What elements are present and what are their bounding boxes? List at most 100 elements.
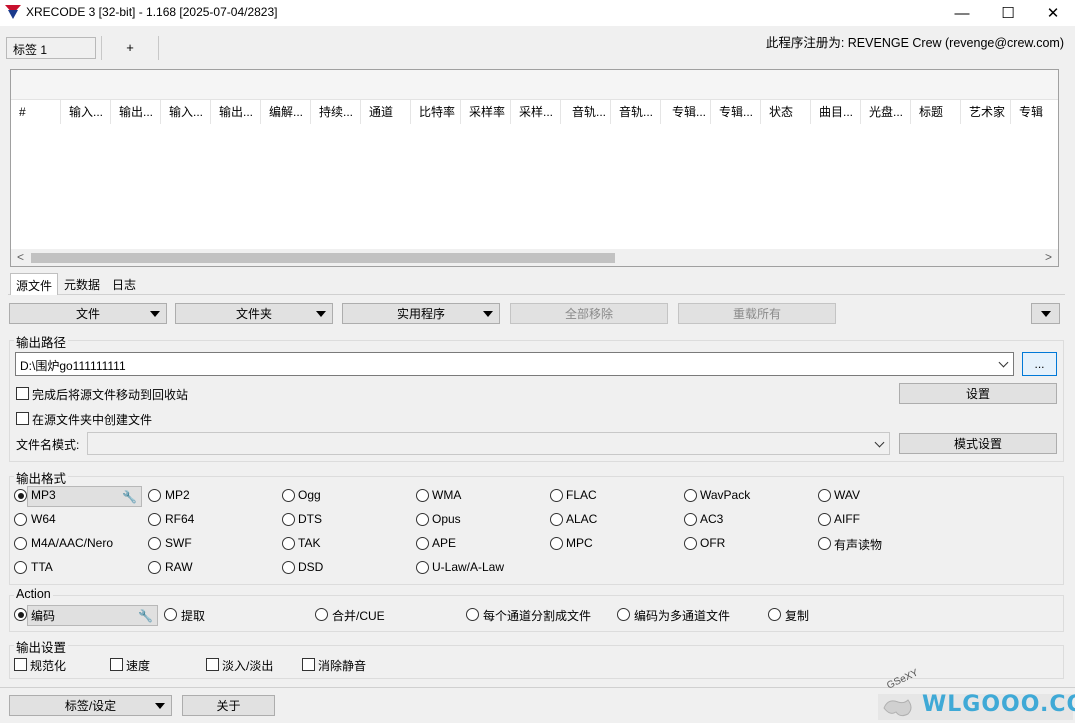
action-label: 编码 [31,609,56,623]
column-header[interactable]: 比特率 [411,100,461,124]
folder-button[interactable]: 文件夹 [175,303,333,324]
normalize-checkbox[interactable] [14,658,27,671]
column-header[interactable]: 音轨... [561,100,611,124]
tempo-label: 速度 [126,659,151,673]
create-in-source-label: 在源文件夹中创建文件 [32,413,153,427]
utilities-button[interactable]: 实用程序 [342,303,500,324]
format-radio-mp2[interactable] [148,489,161,502]
scrollbar-thumb[interactable] [31,253,615,263]
format-radio-wav[interactable] [818,489,831,502]
format-label: 有声读物 [834,538,883,552]
format-radio-aiff[interactable] [818,513,831,526]
scroll-right-icon[interactable]: > [1045,250,1052,264]
reset-all-button[interactable]: 重载所有 [678,303,836,324]
column-header[interactable]: 采样率 [461,100,511,124]
browse-button[interactable]: ... [1022,352,1057,376]
format-radio-tak[interactable] [282,537,295,550]
column-header[interactable]: # [11,100,61,124]
output-path-combo[interactable]: D:\围炉go111111111 [15,352,1014,376]
tempo-checkbox[interactable] [110,658,123,671]
add-tab-button[interactable]: + [120,40,140,55]
tab-metadata[interactable]: 元数据 [59,273,107,295]
column-header[interactable]: 通道 [361,100,411,124]
format-label: U-Law/A-Law [432,560,505,574]
format-label: RAW [165,560,193,574]
column-header[interactable]: 光盘... [861,100,911,124]
column-header[interactable]: 艺术家 [961,100,1011,124]
format-radio-raw[interactable] [148,561,161,574]
tab-1[interactable]: 标签 1 [6,37,96,59]
about-button[interactable]: 关于 [182,695,275,716]
action-radio-multichannel[interactable] [617,608,630,621]
format-radio-dts[interactable] [282,513,295,526]
wrench-icon[interactable]: 🔧 [138,609,153,623]
column-header[interactable]: 编解... [261,100,311,124]
format-radio-tta[interactable] [14,561,27,574]
column-header[interactable]: 曲目... [811,100,861,124]
action-radio-copy[interactable] [768,608,781,621]
format-radio-ac3[interactable] [684,513,697,526]
more-menu-button[interactable] [1031,303,1060,324]
action-radio-encode[interactable] [14,608,27,621]
format-radio-wavpack[interactable] [684,489,697,502]
create-in-source-checkbox[interactable] [16,412,29,425]
format-label: MP3 [31,488,56,502]
column-header[interactable]: 状态 [761,100,811,124]
column-header[interactable]: 输入... [161,100,211,124]
tags-settings-button[interactable]: 标签/设定 [9,695,172,716]
tab-log[interactable]: 日志 [107,273,151,295]
format-radio-flac[interactable] [550,489,563,502]
action-radio-split-channels[interactable] [466,608,479,621]
format-radio-mpc[interactable] [550,537,563,550]
format-radio-opus[interactable] [416,513,429,526]
format-radio-m4a[interactable] [14,537,27,550]
format-radio-swf[interactable] [148,537,161,550]
format-radio-rf64[interactable] [148,513,161,526]
file-button[interactable]: 文件 [9,303,167,324]
format-radio-alac[interactable] [550,513,563,526]
format-label: TAK [298,536,321,550]
format-radio-dsd[interactable] [282,561,295,574]
remove-silence-checkbox[interactable] [302,658,315,671]
wrench-icon[interactable]: 🔧 [122,490,137,504]
format-radio-wma[interactable] [416,489,429,502]
format-label: DTS [298,512,322,526]
column-header[interactable]: 输出... [111,100,161,124]
action-radio-merge-cue[interactable] [315,608,328,621]
format-radio-ogg[interactable] [282,489,295,502]
pattern-settings-button[interactable]: 模式设置 [899,433,1057,454]
format-radio-ape[interactable] [416,537,429,550]
tab-source-files[interactable]: 源文件 [10,273,58,295]
column-header[interactable]: 输入... [61,100,111,124]
column-header[interactable]: 输出... [211,100,261,124]
column-header[interactable]: 专辑... [711,100,761,124]
column-header[interactable]: 专辑 [1011,100,1058,124]
action-label: 合并/CUE [332,609,385,623]
format-radio-audiobook[interactable] [818,537,831,550]
format-radio-w64[interactable] [14,513,27,526]
format-label: APE [432,536,457,550]
settings-button[interactable]: 设置 [899,383,1057,404]
close-button[interactable]: ✕ [1030,0,1075,26]
filename-pattern-label: 文件名模式: [16,438,80,452]
format-label: MPC [566,536,593,550]
move-to-recycle-checkbox[interactable] [16,387,29,400]
column-header[interactable]: 专辑... [661,100,711,124]
remove-all-button[interactable]: 全部移除 [510,303,668,324]
column-header[interactable]: 标题 [911,100,961,124]
format-radio-mp3[interactable] [14,489,27,502]
chevron-down-icon [874,437,885,448]
maximize-button[interactable]: ☐ [985,0,1031,26]
scroll-left-icon[interactable]: < [17,250,24,264]
filename-pattern-combo[interactable] [87,432,890,455]
action-radio-extract[interactable] [164,608,177,621]
column-header[interactable]: 采样... [511,100,561,124]
file-list[interactable]: # 输入... 输出... 输入... 输出... 编解... 持续... 通道… [10,69,1059,267]
column-header[interactable]: 音轨... [611,100,661,124]
column-header[interactable]: 持续... [311,100,361,124]
format-radio-ulaw[interactable] [416,561,429,574]
horizontal-scrollbar[interactable]: < > [11,249,1058,266]
minimize-button[interactable]: — [939,0,985,26]
fade-checkbox[interactable] [206,658,219,671]
format-radio-ofr[interactable] [684,537,697,550]
